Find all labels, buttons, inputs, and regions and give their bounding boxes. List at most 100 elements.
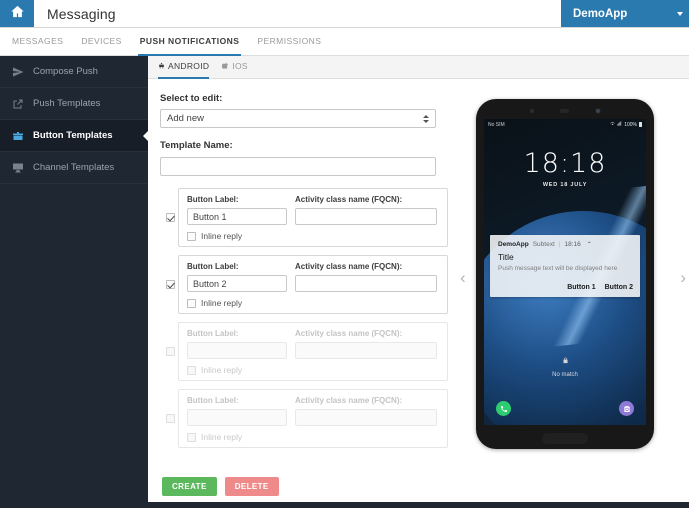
clock-date: WED 18 JULY: [542, 182, 588, 188]
template-form: Select to edit: Add new Template Name: B…: [148, 79, 448, 456]
notification-body: Push message text will be displayed here: [498, 265, 618, 272]
lockscreen-shortcuts: [484, 401, 646, 416]
button-row-box: Button Label: Activity class name (FQCN)…: [178, 389, 448, 448]
next-preview-arrow[interactable]: ›: [680, 269, 686, 286]
phone-shortcut-icon[interactable]: [496, 401, 511, 416]
lockscreen-status: No match: [484, 351, 646, 378]
fqcn-input[interactable]: [295, 208, 437, 225]
prev-preview-arrow[interactable]: ‹: [460, 269, 466, 286]
phone-status-bar: No SIM 100%: [484, 119, 646, 130]
notification-button-1[interactable]: Button 1: [567, 284, 595, 291]
table-row: Button Label: Activity class name (FQCN)…: [162, 322, 448, 381]
sidebar-item-channel-templates[interactable]: Channel Templates: [0, 152, 148, 184]
tab-ios-label: IOS: [232, 61, 248, 71]
table-row: Button Label: Activity class name (FQCN)…: [162, 255, 448, 314]
phone-screen: No SIM 100% 18:18 WED 18 JULY DemoApp Su…: [484, 119, 646, 425]
row-enable-cell: [162, 213, 178, 222]
android-icon: [158, 61, 165, 71]
tab-permissions[interactable]: PERMISSIONS: [255, 28, 323, 56]
sidebar-item-compose-push[interactable]: Compose Push: [0, 56, 148, 88]
notification-button-2[interactable]: Button 2: [605, 284, 633, 291]
fqcn-caption: Activity class name (FQCN):: [295, 329, 403, 338]
tab-ios[interactable]: IOS: [222, 56, 248, 79]
notification-app-name: DemoApp: [498, 241, 529, 248]
signal-icon: [617, 121, 622, 128]
inline-reply-checkbox: [187, 365, 196, 375]
row-enable-cell: [162, 414, 178, 423]
sidebar-item-label: Button Templates: [33, 130, 113, 141]
apple-icon: [222, 61, 229, 71]
tab-messages[interactable]: MESSAGES: [10, 28, 65, 56]
tab-push-notifications[interactable]: PUSH NOTIFICATIONS: [137, 28, 242, 56]
sensor-icon: [529, 108, 534, 113]
table-row: Button Label: Activity class name (FQCN)…: [162, 389, 448, 448]
sidebar-item-label: Compose Push: [33, 66, 98, 77]
tab-android-label: ANDROID: [168, 61, 210, 71]
clock-time: 18:18: [523, 148, 607, 179]
inline-reply-label: Inline reply: [201, 432, 243, 442]
fqcn-input: [295, 409, 437, 426]
phone-top-hardware: [476, 106, 654, 115]
fqcn-caption: Activity class name (FQCN):: [295, 195, 403, 204]
row-enable-cell: [162, 280, 178, 289]
delete-button[interactable]: DELETE: [224, 477, 279, 496]
chevron-up-icon[interactable]: ⌃: [587, 241, 592, 248]
notification-time: 18:16: [564, 241, 581, 248]
footer-bar: [0, 502, 689, 508]
camera-shortcut-icon[interactable]: [619, 401, 634, 416]
notification-header: DemoApp Subtext | 18:16 ⌃: [498, 241, 633, 248]
device-preview: ‹ › No SIM 100% 18:18 WED 18 JULY DemoAp…: [458, 79, 689, 502]
battery-percent-label: 100%: [624, 121, 637, 128]
inline-reply-label: Inline reply: [201, 365, 243, 375]
account-label: DemoApp: [573, 7, 628, 20]
camera-icon: [594, 107, 601, 114]
inline-reply-checkbox[interactable]: [187, 298, 196, 308]
inline-reply-label: Inline reply: [201, 231, 243, 241]
account-menu-button[interactable]: DemoApp: [561, 0, 689, 27]
button-label-input: [187, 342, 287, 359]
lock-status-text: No match: [552, 372, 578, 378]
button-label-caption: Button Label:: [187, 329, 239, 338]
home-icon: [10, 4, 25, 24]
content-panel: ANDROID IOS Select to edit: Add new Temp…: [148, 56, 689, 502]
row-enable-checkbox[interactable]: [165, 213, 175, 222]
inline-reply-label: Inline reply: [201, 298, 243, 308]
create-button[interactable]: CREATE: [162, 477, 217, 496]
row-enable-cell: [162, 347, 178, 356]
row-enable-checkbox[interactable]: [165, 347, 175, 356]
messaging-console: Messaging DemoApp MESSAGES DEVICES PUSH …: [0, 0, 689, 508]
lock-icon: [484, 351, 646, 369]
button-label-input[interactable]: [187, 275, 287, 292]
fqcn-caption: Activity class name (FQCN):: [295, 262, 403, 271]
tab-devices[interactable]: DEVICES: [79, 28, 123, 56]
carrier-label: No SIM: [488, 121, 505, 128]
page-title: Messaging: [47, 5, 116, 22]
top-bar: Messaging DemoApp: [0, 0, 689, 28]
push-notification-preview: DemoApp Subtext | 18:16 ⌃ Title Push mes…: [490, 235, 640, 298]
template-name-input[interactable]: [160, 157, 436, 176]
row-enable-checkbox[interactable]: [165, 280, 175, 289]
inline-reply-checkbox[interactable]: [187, 231, 196, 241]
sidebar-item-push-templates[interactable]: Push Templates: [0, 88, 148, 120]
select-to-edit-label: Select to edit:: [160, 93, 223, 104]
sidebar-item-button-templates[interactable]: Button Templates: [0, 120, 148, 152]
button-row-box: Button Label: Activity class name (FQCN)…: [178, 188, 448, 247]
main-nav-tabs: MESSAGES DEVICES PUSH NOTIFICATIONS PERM…: [0, 28, 689, 56]
template-name-label: Template Name:: [160, 140, 233, 151]
wifi-icon: [610, 121, 615, 128]
fqcn-input[interactable]: [295, 275, 437, 292]
button-row-box: Button Label: Activity class name (FQCN)…: [178, 322, 448, 381]
template-select[interactable]: Add new: [160, 109, 436, 128]
row-enable-checkbox[interactable]: [165, 414, 175, 423]
home-button[interactable]: [0, 0, 34, 27]
fqcn-caption: Activity class name (FQCN):: [295, 396, 403, 405]
phone-home-button[interactable]: [542, 433, 588, 444]
button-label-input[interactable]: [187, 208, 287, 225]
notification-title: Title: [498, 252, 514, 262]
button-label-input: [187, 409, 287, 426]
package-icon: [11, 130, 24, 142]
button-label-caption: Button Label:: [187, 195, 239, 204]
sidebar: Compose Push Push Templates Button Templ…: [0, 56, 148, 502]
tab-android[interactable]: ANDROID: [158, 56, 210, 79]
